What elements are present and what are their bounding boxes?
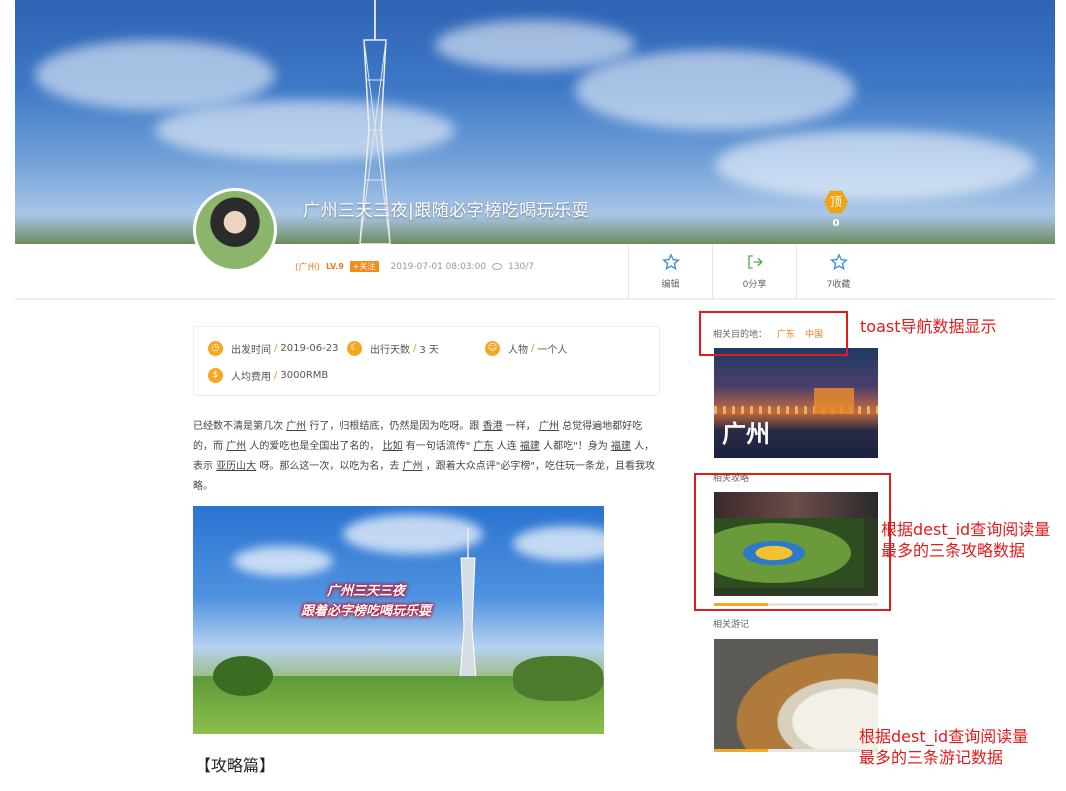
annotation-guides: 根据dest_id查询阅读量 最多的三条攻略数据	[881, 520, 1051, 560]
place-link[interactable]: 福建	[611, 441, 631, 452]
edit-label: 编辑	[661, 280, 680, 290]
star-outline-icon	[829, 253, 848, 271]
trip-facts-box: ◷ 出发时间/2019-06-23 ☾ 出行天数/3 天 ☺ 人物 / 一个人 $ …	[193, 326, 660, 396]
annotation-notes: 根据dest_id查询阅读量 最多的三条游记数据	[859, 727, 1029, 767]
fact-depart-time: ◷ 出发时间/2019-06-23	[208, 341, 339, 356]
person-icon: ☺	[485, 341, 500, 356]
fact-people: ☺ 人物 / 一个人	[485, 341, 567, 356]
share-icon	[747, 255, 763, 269]
place-link[interactable]: 福建	[520, 441, 540, 452]
upvote-count: 0	[832, 218, 840, 229]
place-link[interactable]: 香港	[483, 421, 503, 432]
destination-card[interactable]: 广州	[714, 348, 878, 458]
place-link[interactable]: 广州	[403, 461, 423, 472]
note-carousel-indicator[interactable]	[714, 749, 878, 752]
upvote-button[interactable]: 顶 0	[823, 190, 849, 229]
fact-days: ☾ 出行天数/3 天	[347, 341, 439, 356]
place-link[interactable]: 亚历山大	[216, 461, 256, 472]
follow-button[interactable]: +关注	[349, 261, 379, 272]
image-caption: 广州三天三夜 跟着必字榜吃喝玩乐耍	[300, 584, 431, 619]
favorite-label: 7收藏	[826, 280, 851, 290]
place-link[interactable]: 广州	[286, 421, 306, 432]
place-link[interactable]: 广州	[226, 441, 246, 452]
destination-city-name: 广州	[722, 420, 770, 448]
place-link[interactable]: 广州	[539, 421, 559, 432]
section-heading: 【攻略篇】	[195, 756, 276, 775]
place-link[interactable]: 广东	[474, 441, 494, 452]
author-info: (广州) LV.9 +关注 2019-07-01 08:03:00 130/7	[295, 260, 534, 273]
share-button[interactable]: 0分享	[712, 244, 796, 298]
author-location[interactable]: (广州)	[295, 260, 320, 273]
level-badge: LV.9	[326, 262, 344, 271]
related-notes-label: 相关游记	[713, 620, 750, 630]
annotation-box-destinations	[699, 311, 848, 356]
view-count: 130/7	[508, 261, 535, 272]
share-label: 0分享	[742, 280, 767, 290]
star-outline-icon	[661, 253, 680, 271]
favorite-button[interactable]: 7收藏	[796, 244, 880, 298]
action-bar: 编辑 0分享 7收藏	[628, 244, 880, 298]
eye-icon	[492, 263, 503, 270]
annotation-toast: toast导航数据显示	[860, 317, 997, 336]
intro-paragraph: 已经数不清是第几次 广州 行了，归根结底，仍然是因为吃呀。跟 香港 一样， 广州…	[193, 421, 655, 492]
avatar[interactable]	[193, 188, 277, 272]
fact-cost: $ 人均费用/3000RMB	[208, 368, 328, 383]
moon-icon: ☾	[347, 341, 362, 356]
page-title: 广州三天三夜|跟随必字榜吃喝玩乐耍	[303, 201, 590, 221]
divider	[15, 298, 1055, 300]
hero-banner: 广州三天三夜|跟随必字榜吃喝玩乐耍 顶 0	[15, 0, 1055, 244]
place-link[interactable]: 比如	[383, 441, 403, 452]
dollar-icon: $	[208, 368, 223, 383]
page: 广州三天三夜|跟随必字榜吃喝玩乐耍 顶 0 (广州) LV.9 +关注 2019…	[0, 0, 1066, 791]
travel-note-thumbnail[interactable]	[714, 639, 878, 749]
edit-button[interactable]: 编辑	[628, 244, 712, 298]
clock-icon: ◷	[208, 341, 223, 356]
content-image: 广州三天三夜 跟着必字榜吃喝玩乐耍	[193, 506, 604, 734]
annotation-box-guides	[694, 473, 891, 611]
upvote-label: 顶	[824, 190, 848, 214]
publish-datetime: 2019-07-01 08:03:00	[390, 261, 487, 272]
